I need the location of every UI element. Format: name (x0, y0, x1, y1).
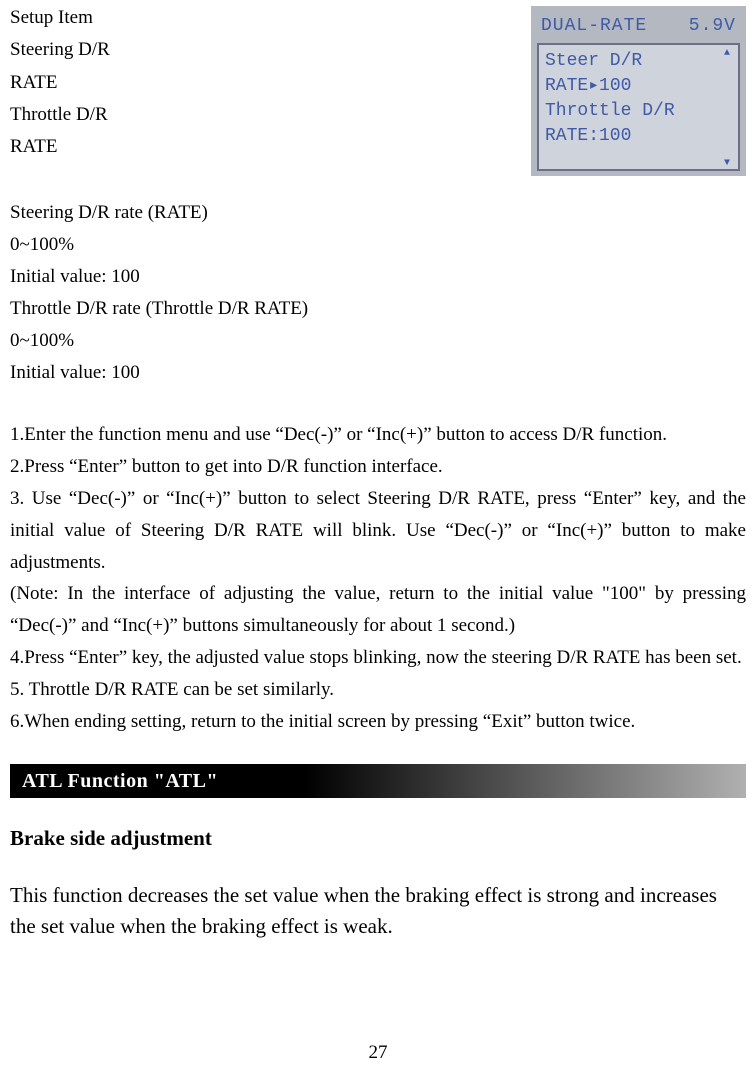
scroll-up-icon: ▲ (724, 47, 736, 57)
spec-line: 0~100% (10, 325, 746, 357)
instruction-step: 6.When ending setting, return to the ini… (10, 706, 746, 738)
scroll-down-icon: ▼ (724, 157, 736, 167)
lcd-line: Steer D/R (545, 49, 732, 74)
section-description: This function decreases the set value wh… (10, 880, 746, 943)
instruction-step: 4.Press “Enter” key, the adjusted value … (10, 642, 746, 674)
lcd-header: DUAL-RATE 5.9V (537, 12, 740, 43)
spec-line: Steering D/R rate (RATE) (10, 197, 746, 229)
instruction-note: (Note: In the interface of adjusting the… (10, 578, 746, 642)
lcd-line: RATE:100 (545, 124, 732, 149)
section-title: ATL Function "ATL" (22, 765, 218, 797)
spec-block: Steering D/R rate (RATE) 0~100% Initial … (10, 197, 746, 388)
lcd-screenshot: DUAL-RATE 5.9V ▲ Steer D/R RATE▸100 Thro… (531, 6, 746, 176)
lcd-header-right: 5.9V (689, 12, 736, 41)
lcd-line: Throttle D/R (545, 99, 732, 124)
lcd-line: RATE▸100 (545, 74, 732, 99)
instruction-step: 2.Press “Enter” button to get into D/R f… (10, 451, 746, 483)
subsection-title: Brake side adjustment (10, 822, 746, 856)
spec-line: Initial value: 100 (10, 357, 746, 389)
instruction-step: 1.Enter the function menu and use “Dec(-… (10, 419, 746, 451)
instruction-step: 5. Throttle D/R RATE can be set similarl… (10, 674, 746, 706)
spec-line: Initial value: 100 (10, 261, 746, 293)
lcd-header-left: DUAL-RATE (541, 12, 647, 41)
spec-line: Throttle D/R rate (Throttle D/R RATE) (10, 293, 746, 325)
instructions: 1.Enter the function menu and use “Dec(-… (10, 419, 746, 738)
page-number: 27 (0, 1038, 756, 1068)
spec-line: 0~100% (10, 229, 746, 261)
section-header-bar: ATL Function "ATL" (10, 764, 746, 798)
instruction-step: 3. Use “Dec(-)” or “Inc(+)” button to se… (10, 483, 746, 579)
lcd-display: ▲ Steer D/R RATE▸100 Throttle D/R RATE:1… (537, 43, 740, 171)
